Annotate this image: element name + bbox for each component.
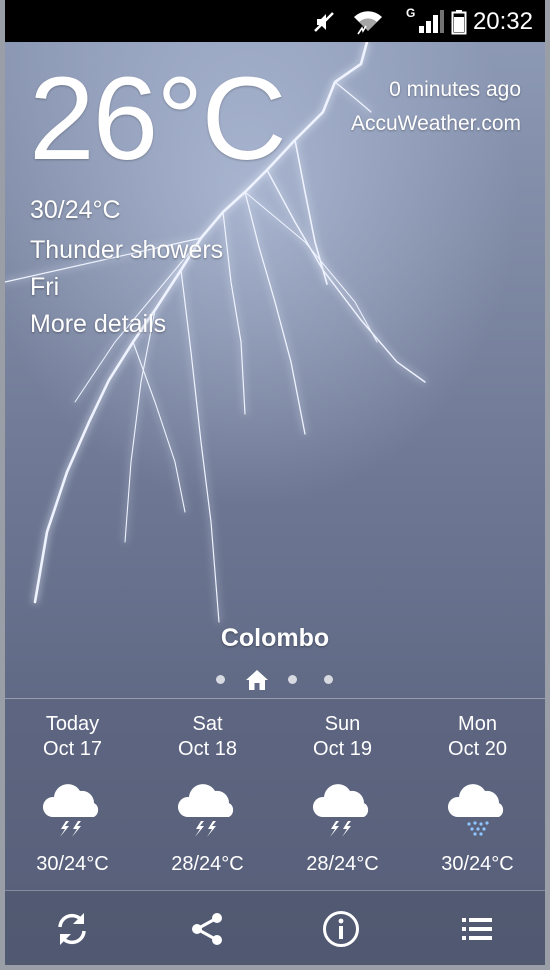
forecast-date: Oct 20 — [448, 738, 507, 760]
share-icon[interactable] — [187, 909, 227, 949]
forecast-day-name: Sun — [324, 713, 361, 735]
mute-icon — [314, 12, 334, 32]
battery-icon — [451, 10, 467, 35]
refresh-icon[interactable] — [52, 909, 92, 949]
wifi-icon — [354, 11, 382, 35]
menu-list-icon[interactable] — [457, 909, 497, 949]
forecast-day[interactable]: Today Oct 17 30/24°C — [5, 699, 140, 891]
page-dot[interactable] — [216, 675, 225, 684]
page-dot[interactable] — [324, 675, 333, 684]
forecast-day-name: Today — [45, 713, 100, 735]
network-type-label: G — [406, 6, 416, 20]
page-indicator[interactable] — [5, 668, 545, 692]
updated-time: 0 minutes ago — [389, 78, 521, 101]
forecast-day-name: Mon — [458, 713, 497, 735]
forecast-day-name: Sat — [192, 713, 223, 735]
status-time: 20:32 — [472, 8, 533, 35]
forecast-temp: 28/24°C — [306, 853, 379, 875]
forecast-day[interactable]: Mon Oct 20 30/24°C — [410, 699, 545, 891]
forecast-date: Oct 17 — [43, 738, 102, 760]
rain-cloud-icon — [447, 784, 504, 836]
signal-icon — [419, 10, 444, 33]
forecast-date: Oct 18 — [178, 738, 237, 760]
thunder-cloud-icon — [42, 784, 99, 837]
app-screen: G 20:32 26°C 0 minutes ago AccuWeather.c… — [5, 0, 545, 965]
condition-text: Thunder showers — [30, 236, 224, 264]
current-temperature: 26°C — [29, 53, 287, 185]
current-day: Fri — [30, 273, 60, 301]
forecast-day[interactable]: Sun Oct 19 28/24°C — [275, 699, 410, 891]
thunder-cloud-icon — [312, 784, 369, 837]
forecast-day[interactable]: Sat Oct 18 28/24°C — [140, 699, 275, 891]
status-bar: G 20:32 — [5, 0, 545, 42]
temperature-range: 30/24°C — [30, 196, 121, 224]
forecast-temp: 28/24°C — [171, 853, 244, 875]
info-icon[interactable] — [321, 909, 361, 949]
forecast-temp: 30/24°C — [36, 853, 109, 875]
page-dot[interactable] — [288, 675, 297, 684]
source-link[interactable]: AccuWeather.com — [351, 112, 521, 136]
forecast-strip: Today Oct 17 30/24°C Sat Oct 18 28/24°C … — [5, 698, 545, 890]
bottom-toolbar — [5, 890, 545, 965]
thunder-cloud-icon — [177, 784, 234, 837]
home-icon[interactable] — [244, 668, 270, 692]
more-details-link[interactable]: More details — [30, 310, 166, 339]
forecast-date: Oct 19 — [313, 738, 372, 760]
forecast-temp: 30/24°C — [441, 853, 514, 875]
city-name: Colombo — [220, 624, 330, 652]
